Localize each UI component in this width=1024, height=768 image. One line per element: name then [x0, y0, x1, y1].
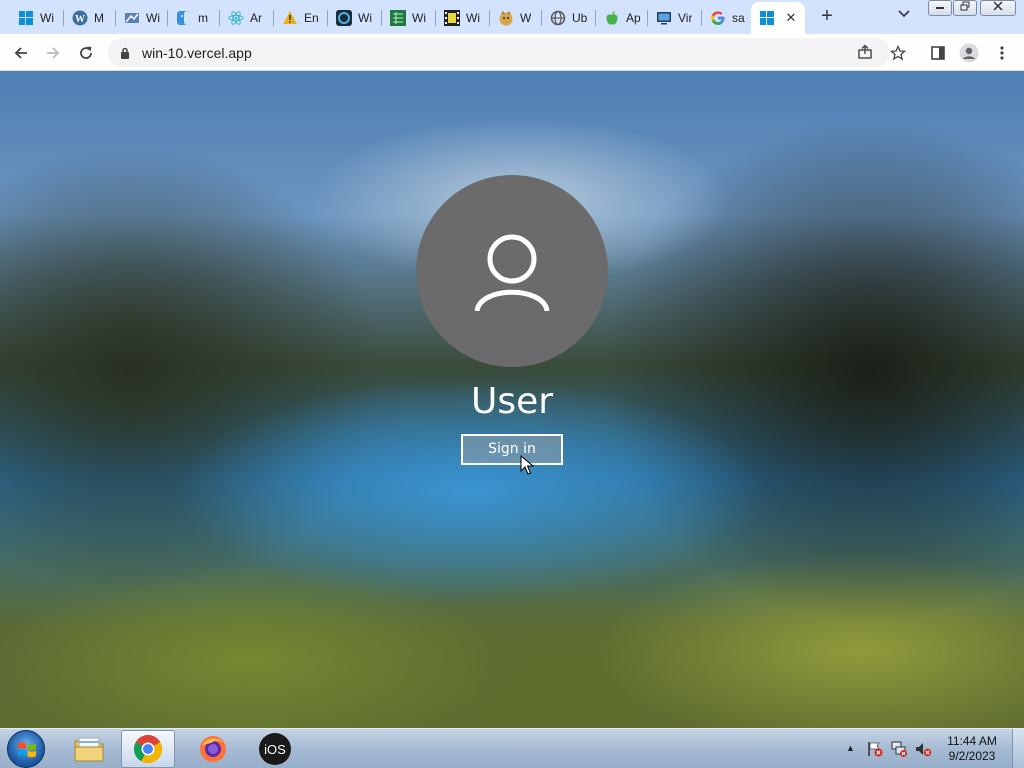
tab-8[interactable]: Wi [382, 4, 434, 32]
firefox-icon [200, 736, 226, 762]
wordpress-icon: W [72, 10, 88, 26]
globe-icon [550, 10, 566, 26]
sign-in-button[interactable]: Sign in [461, 434, 563, 465]
tab-title: Ub [572, 11, 588, 25]
tab-13[interactable]: Vir [648, 4, 700, 32]
menu-kebab-icon[interactable] [989, 40, 1015, 66]
windows-logo-icon [18, 10, 34, 26]
taskbar-firefox[interactable] [186, 730, 240, 768]
show-hidden-icons-icon[interactable]: ▲ [846, 743, 855, 753]
tab-title: Wi [358, 11, 372, 25]
tab-3[interactable]: Wi [116, 4, 166, 32]
tab-title: sa [732, 11, 745, 25]
tab-title: Wi [412, 11, 426, 25]
finder-icon [176, 10, 192, 26]
new-tab-button[interactable]: + [815, 6, 839, 28]
tab-title: Vir [678, 11, 693, 25]
bookmark-star-icon[interactable] [885, 40, 911, 66]
tab-12[interactable]: Ap [596, 4, 646, 32]
tab-title: Ar [250, 11, 262, 25]
tab-9[interactable]: Wi [436, 4, 488, 32]
tab-4[interactable]: m [168, 4, 218, 32]
tab-1[interactable]: Wi [10, 4, 62, 32]
tab-title: En [304, 11, 319, 25]
taskbar-ios[interactable]: iOS [248, 730, 302, 768]
doge-icon [498, 10, 514, 26]
spreadsheet-icon [390, 10, 406, 26]
tab-7[interactable]: Wi [328, 4, 380, 32]
clock-date: 9/2/2023 [948, 749, 996, 763]
taskbar-explorer[interactable] [62, 730, 116, 768]
taskbar-chrome[interactable] [121, 730, 175, 768]
tab-strip: Wi W M Wi m Ar En Wi Wi Wi W Ub Ap Vir s… [0, 0, 1024, 34]
tab-11[interactable]: Ub [542, 4, 594, 32]
windows-logo-icon [759, 10, 775, 26]
lock-icon[interactable] [120, 46, 130, 59]
forward-icon[interactable] [40, 40, 66, 66]
app-icon [336, 10, 352, 26]
mouse-cursor-icon [520, 455, 534, 475]
close-window-icon[interactable] [980, 0, 1016, 16]
profile-icon[interactable] [956, 40, 982, 66]
warning-icon [282, 10, 298, 26]
tab-title: Wi [466, 11, 480, 25]
tab-title: M [94, 11, 104, 25]
google-icon [710, 10, 726, 26]
tab-title: Wi [146, 11, 160, 25]
chrome-icon [134, 735, 162, 763]
svg-text:W: W [75, 14, 85, 25]
apple-icon [604, 10, 620, 26]
tab-2[interactable]: W M [64, 4, 114, 32]
avatar [416, 175, 608, 367]
side-panel-icon[interactable] [925, 40, 951, 66]
film-icon [444, 10, 460, 26]
clock-time: 11:44 AM [947, 734, 997, 748]
clock[interactable]: 11:44 AM 9/2/2023 [940, 734, 1004, 764]
tab-6[interactable]: En [274, 4, 326, 32]
minimize-icon[interactable] [928, 0, 952, 16]
user-name: User [470, 381, 554, 422]
close-tab-icon[interactable]: ✕ [783, 10, 799, 26]
action-center-flag-icon[interactable] [866, 740, 884, 758]
address-bar[interactable]: win-10.vercel.app [108, 38, 890, 67]
tab-active[interactable]: ✕ [751, 2, 805, 34]
ios-icon: iOS [259, 733, 291, 765]
app-icon [124, 10, 140, 26]
windows-flag-icon [18, 742, 36, 758]
lock-screen: User Sign in [0, 71, 1024, 728]
tab-title: W [520, 11, 532, 25]
restore-icon[interactable] [953, 0, 977, 16]
user-icon [474, 234, 550, 311]
show-desktop-button[interactable] [1012, 729, 1024, 768]
start-button[interactable] [7, 730, 45, 768]
url-text[interactable]: win-10.vercel.app [142, 45, 252, 61]
volume-muted-icon[interactable] [914, 740, 932, 758]
tab-14[interactable]: sa [702, 4, 750, 32]
tab-10[interactable]: W [490, 4, 540, 32]
tab-title: Wi [40, 11, 54, 25]
taskbar: iOS ▲ 11:44 AM 9/2/2023 [0, 728, 1024, 768]
react-icon [228, 10, 244, 26]
tab-search-icon[interactable] [894, 8, 914, 26]
back-icon[interactable] [8, 40, 34, 66]
share-icon[interactable] [856, 44, 874, 62]
network-icon[interactable] [890, 740, 908, 758]
tab-title: m [198, 11, 208, 25]
monitor-icon [656, 10, 672, 26]
tab-title: Ap [626, 11, 641, 25]
ios-label: iOS [264, 742, 286, 757]
browser-toolbar: win-10.vercel.app [0, 34, 1024, 71]
folder-icon [74, 737, 104, 762]
reload-icon[interactable] [73, 40, 99, 66]
tab-5[interactable]: Ar [220, 4, 272, 32]
